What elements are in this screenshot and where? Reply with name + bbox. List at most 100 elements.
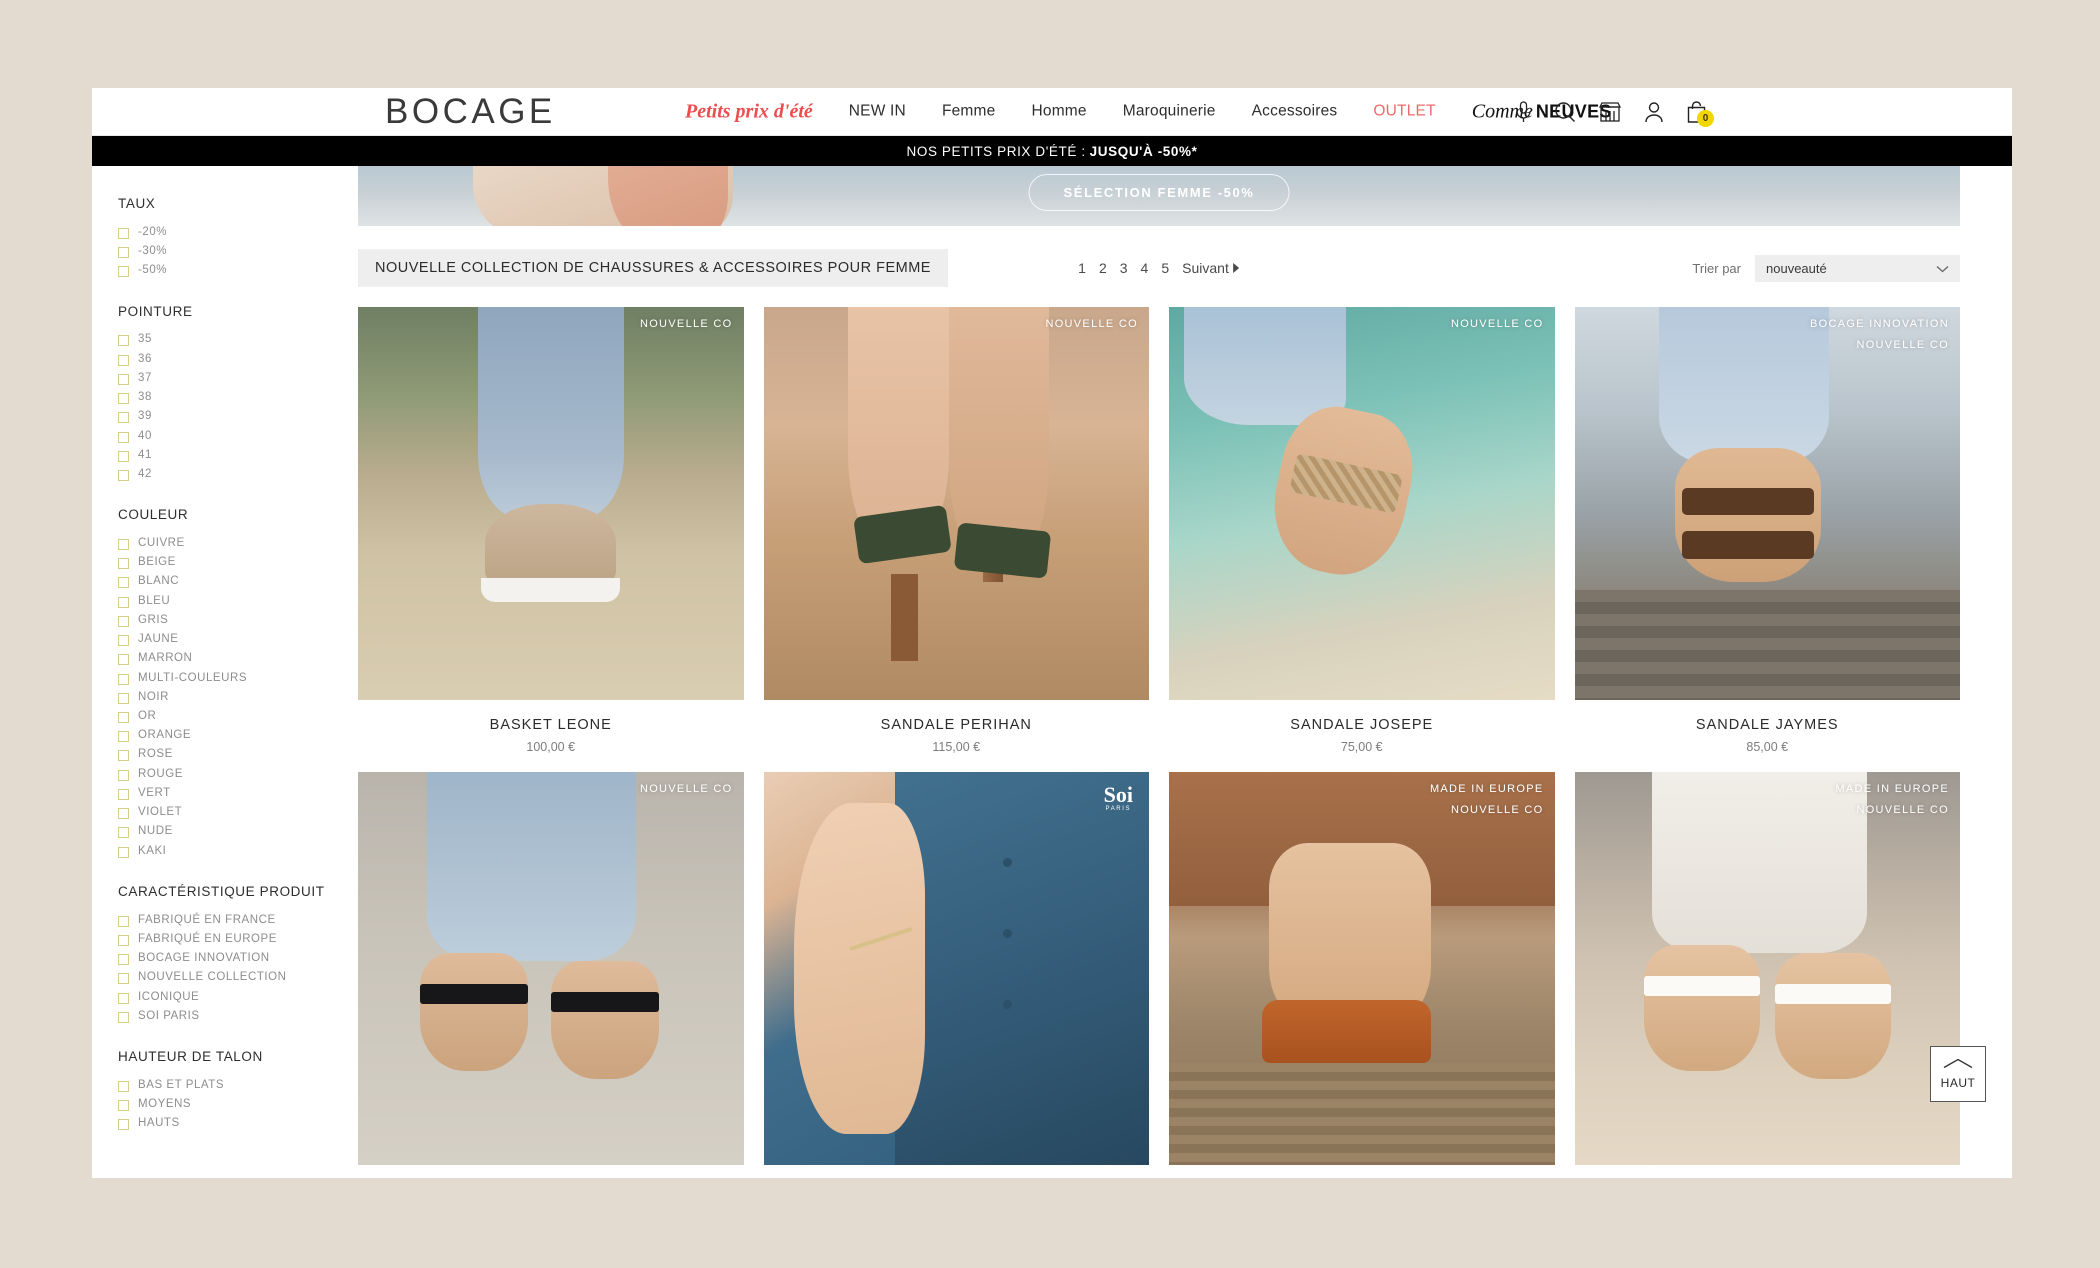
product-card[interactable]: BOCAGE INNOVATION NOUVELLE CO SANDALE JAYM…	[1574, 307, 1961, 754]
filter-option[interactable]: -30%	[118, 245, 332, 259]
filter-option[interactable]: BOCAGE INNOVATION	[118, 952, 332, 966]
pagination-page-1[interactable]: 1	[1078, 260, 1086, 276]
filter-checkbox[interactable]	[118, 247, 129, 259]
back-to-top-button[interactable]: HAUT	[1930, 1046, 1986, 1102]
filter-checkbox[interactable]	[118, 673, 129, 685]
filter-option[interactable]: ROUGE	[118, 768, 332, 781]
filter-checkbox[interactable]	[118, 558, 129, 570]
product-card[interactable]: NOUVELLE CO SANDALE PERIHAN 115,00 €	[763, 307, 1150, 754]
filter-checkbox[interactable]	[118, 469, 129, 481]
filter-checkbox[interactable]	[118, 635, 129, 647]
product-image[interactable]: NOUVELLE CO	[358, 772, 744, 1165]
product-name[interactable]: SANDALE PERIHAN	[764, 717, 1150, 733]
filter-option[interactable]: BEIGE	[118, 556, 332, 570]
filter-checkbox[interactable]	[118, 393, 129, 405]
filter-checkbox[interactable]	[118, 827, 129, 839]
filter-checkbox[interactable]	[118, 915, 129, 927]
filter-option[interactable]: CUIVRE	[118, 537, 332, 551]
filter-checkbox[interactable]	[118, 227, 129, 239]
filter-option[interactable]: 41	[118, 449, 332, 462]
filter-option[interactable]: MULTI-COULEURS	[118, 672, 332, 685]
filter-checkbox[interactable]	[118, 412, 129, 424]
filter-checkbox[interactable]	[118, 431, 129, 443]
filter-option[interactable]: 42	[118, 468, 332, 481]
microphone-icon[interactable]	[1515, 100, 1532, 123]
filter-checkbox[interactable]	[118, 450, 129, 462]
filter-option[interactable]: MOYENS	[118, 1098, 332, 1112]
filter-option[interactable]: NOUVELLE COLLECTION	[118, 971, 332, 985]
filter-option[interactable]: JAUNE	[118, 633, 332, 647]
filter-option[interactable]: FABRIQUÉ EN FRANCE	[118, 914, 332, 927]
search-icon[interactable]	[1554, 101, 1576, 123]
nav-item-femme[interactable]: Femme	[942, 103, 996, 121]
product-name[interactable]: SANDALE JOSEPE	[1169, 717, 1555, 733]
filter-checkbox[interactable]	[118, 1080, 129, 1092]
filter-option[interactable]: OR	[118, 710, 332, 723]
filter-option[interactable]: ROSE	[118, 748, 332, 762]
filter-option[interactable]: SOI PARIS	[118, 1010, 332, 1023]
filter-checkbox[interactable]	[118, 577, 129, 589]
nav-item-petits-prix[interactable]: Petits prix d'été	[685, 100, 813, 123]
product-name[interactable]: BASKET LEONE	[358, 717, 744, 733]
nav-item-new-in[interactable]: NEW IN	[849, 103, 906, 121]
filter-option[interactable]: 37	[118, 372, 332, 385]
product-image[interactable]: NOUVELLE CO	[763, 307, 1149, 700]
filter-option[interactable]: MARRON	[118, 652, 332, 666]
filter-checkbox[interactable]	[118, 750, 129, 762]
filter-checkbox[interactable]	[118, 712, 129, 723]
filter-checkbox[interactable]	[118, 539, 129, 551]
filter-option[interactable]: 39	[118, 410, 332, 424]
sort-select[interactable]: nouveauté	[1755, 254, 1960, 282]
filter-checkbox[interactable]	[118, 934, 129, 946]
filter-option[interactable]: -50%	[118, 264, 332, 278]
nav-item-accessoires[interactable]: Accessoires	[1252, 103, 1338, 121]
filter-option[interactable]: GRIS	[118, 614, 332, 627]
filter-checkbox[interactable]	[118, 769, 129, 781]
filter-checkbox[interactable]	[118, 354, 129, 366]
product-name[interactable]: SANDALE JAYMES	[1575, 717, 1961, 733]
filter-option[interactable]: 36	[118, 353, 332, 366]
nav-item-maroquinerie[interactable]: Maroquinerie	[1123, 103, 1216, 121]
filter-checkbox[interactable]	[118, 596, 129, 608]
filter-option[interactable]: ORANGE	[118, 729, 332, 743]
filter-checkbox[interactable]	[118, 992, 129, 1004]
pagination-page-5[interactable]: 5	[1161, 260, 1169, 276]
filter-option[interactable]: 35	[118, 333, 332, 347]
filter-checkbox[interactable]	[118, 373, 129, 385]
filter-option[interactable]: 40	[118, 430, 332, 443]
product-image[interactable]: BOCAGE INNOVATION NOUVELLE CO	[1574, 307, 1960, 700]
filter-checkbox[interactable]	[118, 1100, 129, 1112]
filter-option[interactable]: VERT	[118, 787, 332, 800]
filter-option[interactable]: FABRIQUÉ EN EUROPE	[118, 933, 332, 946]
pagination-page-2[interactable]: 2	[1099, 260, 1107, 276]
filter-checkbox[interactable]	[118, 788, 129, 800]
product-image[interactable]: NOUVELLE CO	[1169, 307, 1555, 700]
promo-banner[interactable]: NOS PETITS PRIX D'ÉTÉ : JUSQU'À -50%*	[92, 136, 2012, 166]
filter-option[interactable]: ICONIQUE	[118, 991, 332, 1004]
pagination-next-button[interactable]: Suivant	[1182, 260, 1240, 276]
filter-option[interactable]: VIOLET	[118, 806, 332, 820]
filter-option[interactable]: BLANC	[118, 575, 332, 589]
product-card[interactable]: SoiPARISBRACELET ANOUBI	[763, 772, 1149, 1178]
filter-checkbox[interactable]	[118, 615, 129, 627]
pagination-page-4[interactable]: 4	[1141, 260, 1149, 276]
filter-option[interactable]: NUDE	[118, 825, 332, 839]
product-card[interactable]: MADE IN EUROPENOUVELLE COSANDALE JULON	[1574, 772, 1960, 1178]
filter-option[interactable]: BLEU	[118, 595, 332, 608]
product-image[interactable]: NOUVELLE CO	[358, 307, 744, 700]
brand-logo[interactable]: BOCAGE	[385, 92, 556, 132]
product-card[interactable]: NOUVELLE COSANDALE JAINA	[358, 772, 744, 1178]
hero-banner[interactable]: SÉLECTION FEMME -50%	[358, 166, 1960, 226]
filter-checkbox[interactable]	[118, 335, 129, 347]
product-card[interactable]: MADE IN EUROPENOUVELLE COMULE ZABORO	[1169, 772, 1555, 1178]
product-image[interactable]: MADE IN EUROPE NOUVELLE CO	[1574, 772, 1960, 1165]
hero-cta-button[interactable]: SÉLECTION FEMME -50%	[1028, 174, 1290, 211]
filter-checkbox[interactable]	[118, 954, 129, 966]
filter-checkbox[interactable]	[118, 808, 129, 820]
product-card[interactable]: NOUVELLE CO BASKET LEONE 100,00 €	[358, 307, 744, 754]
filter-checkbox[interactable]	[118, 1011, 129, 1023]
filter-option[interactable]: KAKI	[118, 845, 332, 858]
filter-option[interactable]: HAUTS	[118, 1117, 332, 1131]
product-card[interactable]: NOUVELLE CO SANDALE JOSEPE 75,00 €	[1169, 307, 1555, 754]
filter-checkbox[interactable]	[118, 731, 129, 743]
